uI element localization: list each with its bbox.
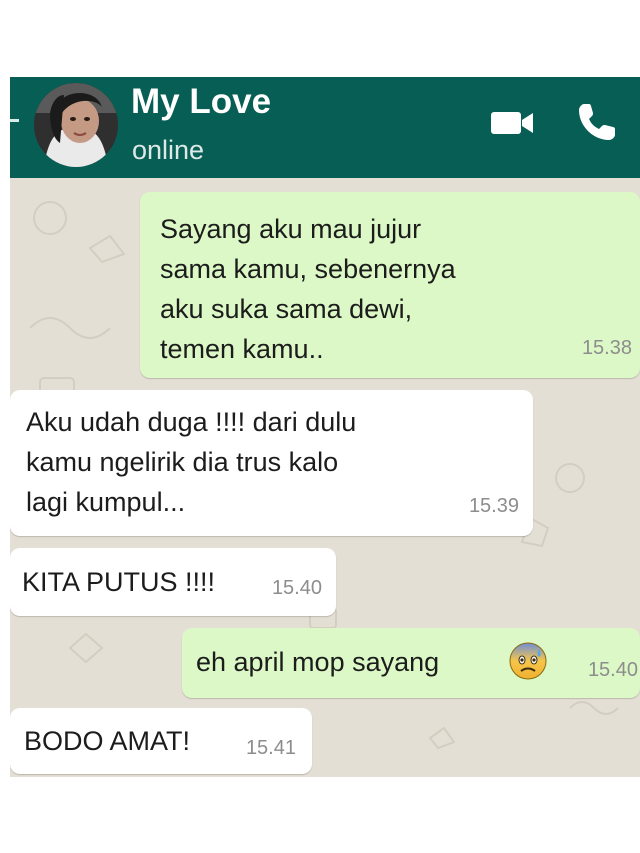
video-call-icon[interactable]: [489, 106, 537, 138]
message-text: eh april mop sayang: [196, 647, 440, 677]
message-time: 15.40: [587, 659, 638, 681]
message-time: 15.38: [581, 337, 632, 359]
message-list: Sayang aku mau jujur sama kamu, sebenern…: [10, 178, 640, 777]
message-bubble-incoming[interactable]: KITA PUTUS !!!! 15.40: [10, 548, 336, 616]
avatar-photo-icon: [34, 83, 118, 167]
anxious-face-with-sweat-emoji: [509, 642, 547, 680]
message-bubble-incoming[interactable]: BODO AMAT! 15.41: [10, 708, 312, 774]
avatar[interactable]: [34, 83, 118, 167]
phone-call-icon[interactable]: [575, 100, 619, 144]
message-bubble-incoming[interactable]: Aku udah duga !!!! dari dulu kamu ngelir…: [10, 390, 533, 536]
chat-screen: My Love online Sayang aku mau jujur sama…: [10, 77, 640, 777]
message-time: 15.39: [468, 495, 519, 517]
contact-name[interactable]: My Love: [131, 82, 271, 122]
message-text: Aku udah duga !!!! dari dulu kamu ngelir…: [26, 407, 357, 517]
message-text: Sayang aku mau jujur sama kamu, sebenern…: [160, 214, 456, 364]
chat-header: My Love online: [10, 77, 640, 178]
message-bubble-outgoing[interactable]: Sayang aku mau jujur sama kamu, sebenern…: [140, 192, 640, 378]
message-time: 15.40: [271, 577, 322, 599]
message-bubble-outgoing[interactable]: eh april mop sayang 15.40: [182, 628, 640, 698]
contact-status: online: [132, 135, 205, 165]
back-arrow-icon[interactable]: [10, 119, 19, 122]
message-time: 15.41: [245, 737, 296, 759]
